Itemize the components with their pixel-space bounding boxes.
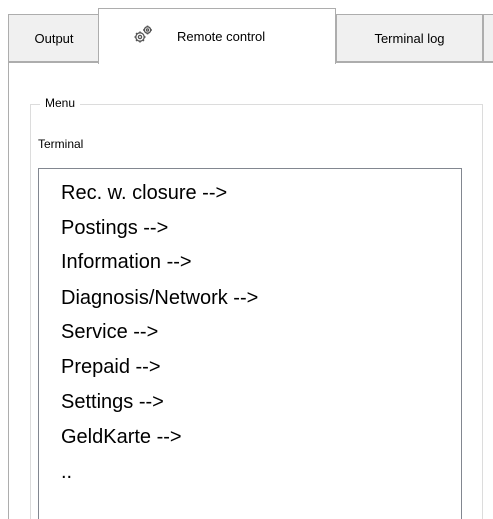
tab-remote-control[interactable]: Remote control [98,8,336,64]
tab-terminal-log[interactable]: Terminal log [336,14,483,62]
tab-terminal-log-label: Terminal log [374,30,445,46]
tab-bar: Output Remote control Terminal log [0,0,493,64]
list-item[interactable]: Service --> [61,320,158,344]
tab-output-label: Output [34,30,74,46]
list-item[interactable]: Diagnosis/Network --> [61,286,258,310]
tab-strip-edge [483,14,493,62]
window: Output Remote control Terminal log Menu … [0,0,493,519]
list-item[interactable]: Rec. w. closure --> [61,181,227,205]
list-item[interactable]: .. [61,460,72,484]
terminal-label: Terminal [38,137,84,151]
list-item[interactable]: Information --> [61,250,192,274]
panel-divider [482,104,483,519]
gears-icon [131,23,155,47]
tab-remote-control-label: Remote control [177,29,266,44]
menu-groupbox-title: Menu [40,96,81,110]
terminal-menu-list[interactable]: Rec. w. closure --> Postings --> Informa… [38,168,462,519]
list-item[interactable]: Prepaid --> [61,355,161,379]
list-item[interactable]: GeldKarte --> [61,425,182,449]
list-item[interactable]: Postings --> [61,216,168,240]
tab-output[interactable]: Output [8,14,100,62]
list-item[interactable]: Settings --> [61,390,164,414]
